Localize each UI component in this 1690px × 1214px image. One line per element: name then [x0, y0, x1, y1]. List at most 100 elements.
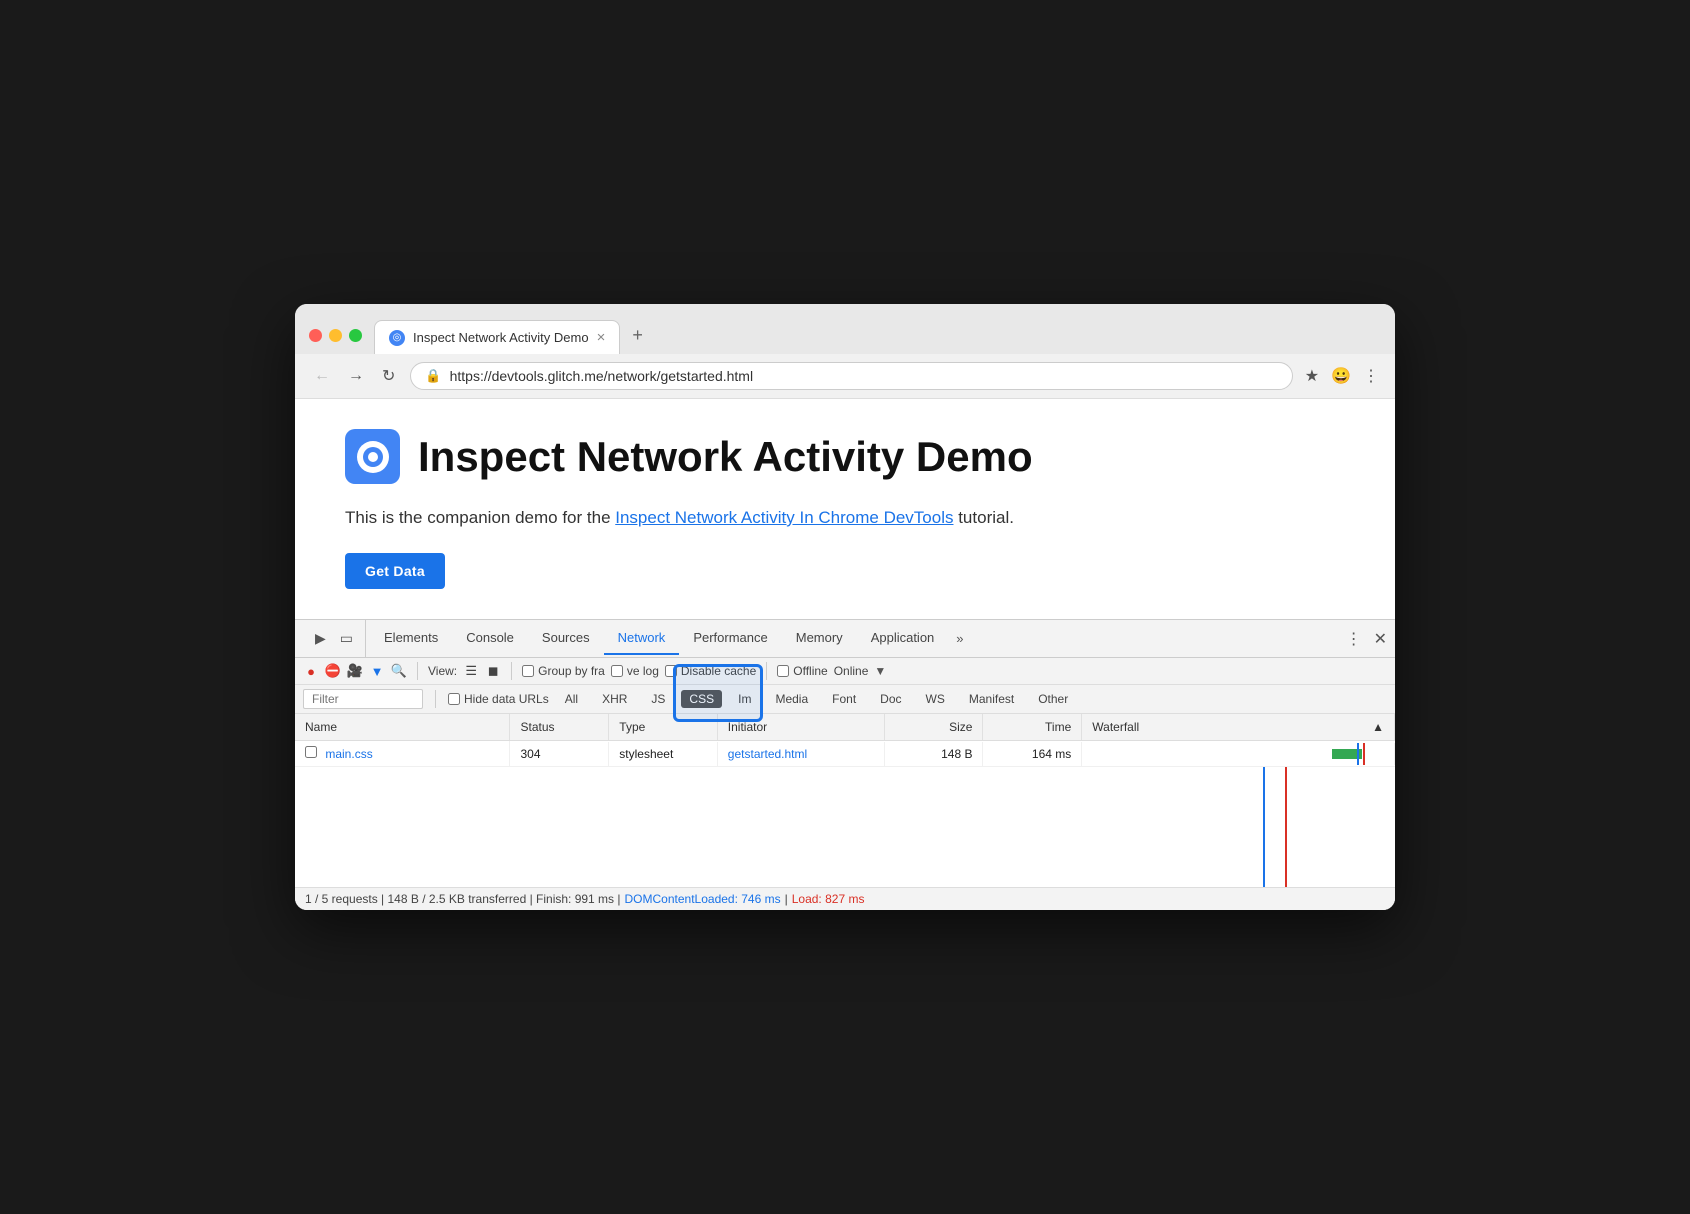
waterfall-line-red: [1363, 743, 1365, 765]
filter-font[interactable]: Font: [824, 690, 864, 708]
back-button[interactable]: ←: [311, 364, 333, 388]
disable-cache-option: Disable cache: [665, 664, 756, 678]
page-logo: [345, 429, 400, 484]
filter-js[interactable]: JS: [643, 690, 673, 708]
tab-sources[interactable]: Sources: [528, 622, 604, 655]
devtools-tab-icons: ▶ ▭: [303, 620, 366, 657]
tab-title: Inspect Network Activity Demo: [413, 330, 589, 345]
lock-icon: 🔒: [425, 368, 441, 384]
filter-ws[interactable]: WS: [918, 690, 953, 708]
cell-waterfall: [1082, 743, 1395, 765]
waterfall-view-icon[interactable]: ◼: [485, 663, 501, 679]
view-label: View:: [428, 664, 457, 678]
disable-cache-label: Disable cache: [681, 664, 756, 678]
close-button[interactable]: [309, 329, 322, 342]
waterfall-label: Waterfall: [1092, 720, 1139, 734]
search-icon[interactable]: 🔍: [391, 663, 407, 679]
tab-elements[interactable]: Elements: [370, 622, 452, 655]
filter-icon[interactable]: ▼: [369, 663, 385, 679]
sort-icon: ▲: [1372, 720, 1384, 734]
filter-input[interactable]: [303, 689, 423, 709]
col-name[interactable]: Name: [295, 714, 510, 740]
group-by-frame-checkbox[interactable]: [522, 665, 534, 677]
record-icon[interactable]: ●: [303, 663, 319, 679]
filter-css[interactable]: CSS: [681, 690, 722, 708]
col-type[interactable]: Type: [609, 714, 718, 740]
active-tab[interactable]: ◎ Inspect Network Activity Demo ×: [374, 320, 620, 354]
network-toolbar: ● ⛔ 🎥 ▼ 🔍 View: ☰ ◼ Group by fra ve log …: [295, 658, 1395, 685]
cell-type: stylesheet: [609, 742, 718, 766]
disable-cache-checkbox[interactable]: [665, 665, 677, 677]
devtools-panel: ▶ ▭ Elements Console Sources Network Per…: [295, 619, 1395, 910]
minimize-button[interactable]: [329, 329, 342, 342]
load-label[interactable]: Load: 827 ms: [792, 892, 865, 906]
desc-before: This is the companion demo for the: [345, 508, 615, 527]
page-title: Inspect Network Activity Demo: [418, 433, 1033, 481]
cursor-icon[interactable]: ▶: [313, 628, 328, 649]
filter-img[interactable]: Im: [730, 690, 759, 708]
tab-application[interactable]: Application: [857, 622, 949, 655]
col-initiator[interactable]: Initiator: [718, 714, 885, 740]
hide-data-urls-label: Hide data URLs: [464, 692, 549, 706]
tab-memory[interactable]: Memory: [782, 622, 857, 655]
responsive-icon[interactable]: ▭: [338, 628, 355, 649]
row-checkbox[interactable]: [305, 746, 317, 758]
status-separator: |: [785, 892, 788, 906]
dom-content-loaded-label[interactable]: DOMContentLoaded: 746 ms: [625, 892, 781, 906]
col-time[interactable]: Time: [983, 714, 1082, 740]
profile-icon[interactable]: 😀: [1331, 366, 1351, 386]
table-row[interactable]: main.css 304 stylesheet getstarted.html …: [295, 741, 1395, 767]
filter-manifest[interactable]: Manifest: [961, 690, 1022, 708]
filter-separator: [435, 690, 436, 708]
new-tab-button[interactable]: +: [622, 317, 653, 354]
devtools-tab-actions: ⋮ ✕: [1346, 629, 1387, 649]
col-size-label: Size: [949, 720, 972, 734]
toolbar-separator-2: [511, 662, 512, 680]
browser-window: ◎ Inspect Network Activity Demo × + ← → …: [295, 304, 1395, 910]
window-controls: [309, 329, 362, 354]
url-bar[interactable]: 🔒 https://devtools.glitch.me/network/get…: [410, 362, 1292, 390]
col-status[interactable]: Status: [510, 714, 609, 740]
filter-all[interactable]: All: [557, 690, 586, 708]
reload-button[interactable]: ↻: [379, 363, 398, 389]
address-bar: ← → ↻ 🔒 https://devtools.glitch.me/netwo…: [295, 354, 1395, 399]
tab-network[interactable]: Network: [604, 622, 680, 655]
status-text: 1 / 5 requests | 148 B / 2.5 KB transfer…: [305, 892, 621, 906]
tab-console[interactable]: Console: [452, 622, 528, 655]
clear-icon[interactable]: ⛔: [325, 663, 341, 679]
filter-media[interactable]: Media: [767, 690, 816, 708]
offline-checkbox[interactable]: [777, 665, 789, 677]
filter-other[interactable]: Other: [1030, 690, 1076, 708]
page-content: Inspect Network Activity Demo This is th…: [295, 399, 1395, 619]
cell-status: 304: [510, 742, 609, 766]
cell-size: 148 B: [885, 742, 984, 766]
tab-close-button[interactable]: ×: [597, 329, 606, 346]
filter-doc[interactable]: Doc: [872, 690, 909, 708]
desc-after: tutorial.: [953, 508, 1013, 527]
page-heading: Inspect Network Activity Demo: [345, 429, 1345, 484]
toolbar-separator-3: [766, 662, 767, 680]
devtools-close-icon[interactable]: ✕: [1374, 629, 1387, 649]
css-filter-container: CSS: [681, 692, 722, 706]
col-waterfall[interactable]: Waterfall ▲: [1082, 714, 1395, 740]
hide-data-urls-checkbox[interactable]: [448, 693, 460, 705]
devtools-menu-icon[interactable]: ⋮: [1346, 629, 1362, 649]
filter-xhr[interactable]: XHR: [594, 690, 635, 708]
forward-button[interactable]: →: [345, 364, 367, 388]
throttle-dropdown-icon[interactable]: ▼: [874, 664, 886, 678]
empty-rows: [295, 767, 1395, 887]
camera-icon[interactable]: 🎥: [347, 663, 363, 679]
get-data-button[interactable]: Get Data: [345, 553, 445, 589]
devtools-link[interactable]: Inspect Network Activity In Chrome DevTo…: [615, 508, 953, 527]
maximize-button[interactable]: [349, 329, 362, 342]
tab-performance[interactable]: Performance: [679, 622, 781, 655]
preserve-log-option: ve log: [611, 664, 659, 678]
menu-icon[interactable]: ⋮: [1363, 366, 1379, 386]
bookmark-icon[interactable]: ★: [1305, 366, 1319, 386]
list-view-icon[interactable]: ☰: [463, 663, 479, 679]
cell-name: main.css: [295, 741, 510, 766]
url-text: https://devtools.glitch.me/network/getst…: [450, 368, 1278, 384]
preserve-log-checkbox[interactable]: [611, 665, 623, 677]
tab-favicon: ◎: [389, 330, 405, 346]
tab-more-button[interactable]: »: [948, 623, 971, 654]
